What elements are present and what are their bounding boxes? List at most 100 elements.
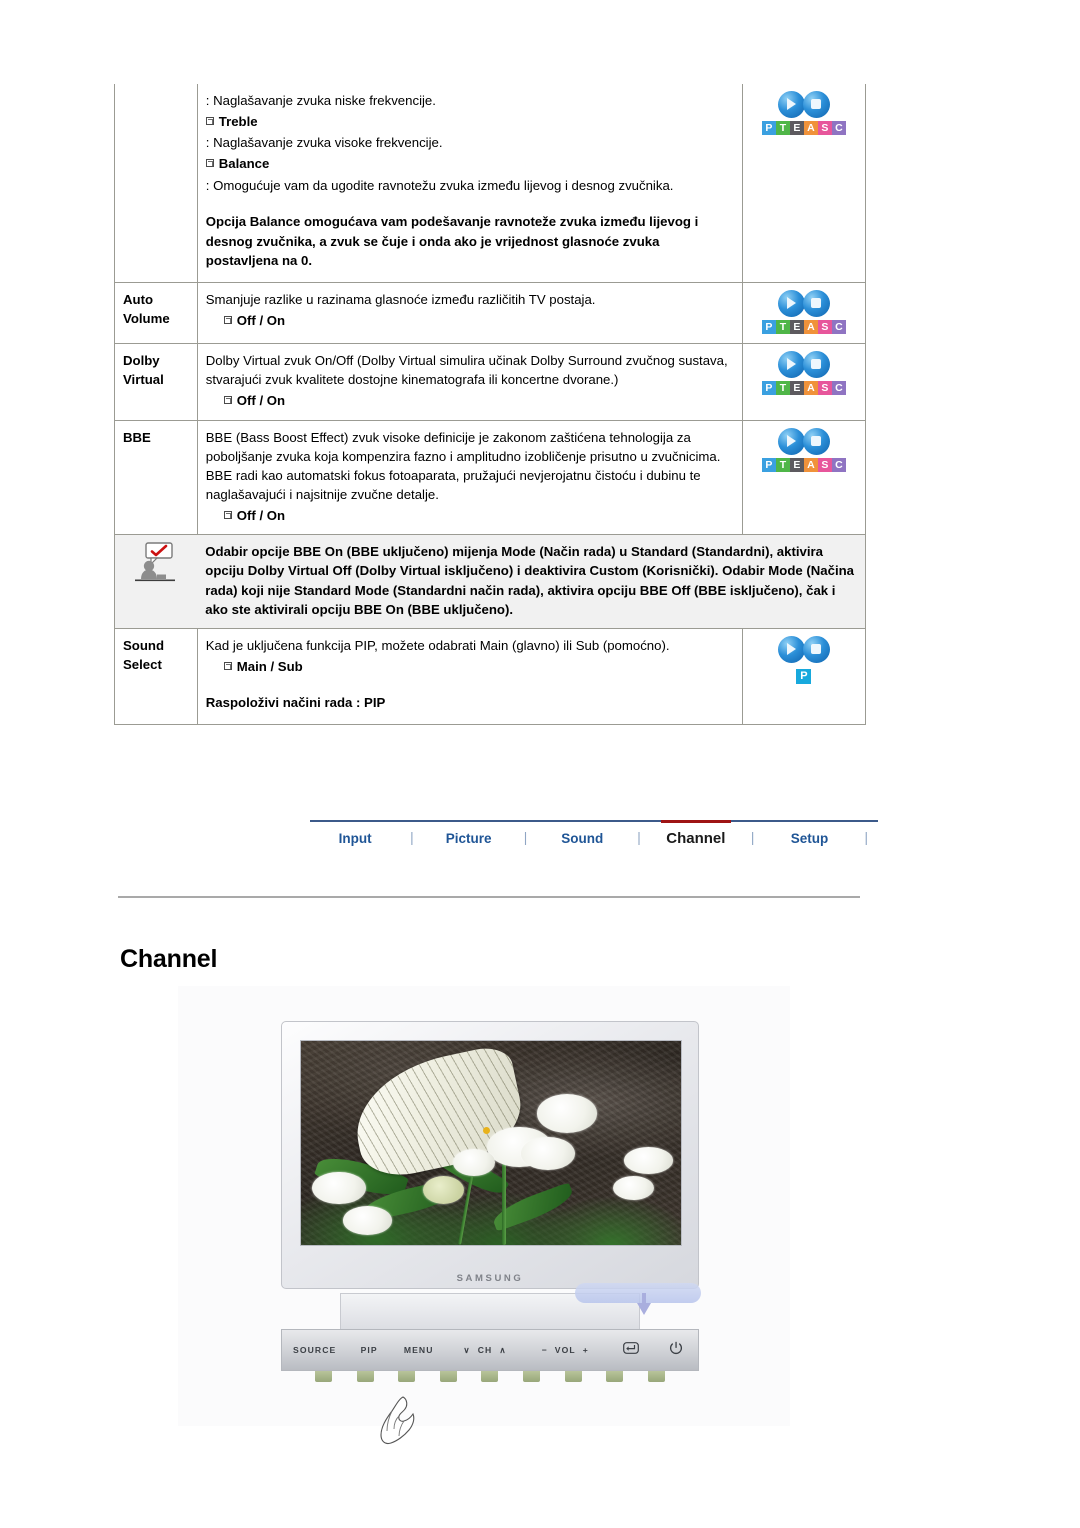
nav-tab-channel[interactable]: Channel [651, 820, 741, 847]
bullet-box-icon [223, 511, 232, 520]
mode-badge-c: C [831, 121, 846, 135]
control-power-button[interactable] [654, 1341, 698, 1360]
mode-badge-s: S [817, 121, 832, 135]
pteasc-icon: PTEASC [761, 91, 846, 135]
stand-foot [647, 1371, 665, 1382]
row-mode-icon-cell: PTEASC [741, 419, 867, 536]
row-mode-icon-cell: PTEASC [741, 84, 867, 284]
stand-foot [315, 1371, 333, 1382]
photo-flower [312, 1171, 366, 1205]
sound-settings-table-wrapper: : Naglašavanje zvuka niske frekvencije. … [114, 84, 867, 725]
callout-bubble [575, 1283, 701, 1303]
monitor-bezel: SAMSUNG [281, 1021, 699, 1289]
nav-separator: | [864, 830, 868, 845]
pteasc-icon: PTEASC [761, 290, 846, 335]
desc-line: Kad je uključena funkcija PIP, možete od… [205, 637, 670, 653]
row-label-cell [114, 84, 198, 284]
desc-line: BBE (Bass Boost Effect) zvuk visoke defi… [205, 429, 721, 502]
pteasc-icon: PTEASC [761, 351, 846, 396]
mode-badge-a: A [803, 381, 818, 396]
desc-subheading: Treble [205, 112, 734, 131]
mode-badge-p: P [761, 121, 776, 135]
mode-badge-e: E [789, 381, 804, 396]
control-channel-up-button[interactable]: ∧ [499, 1345, 506, 1356]
bullet-box-icon [205, 159, 214, 168]
photo-flower [342, 1206, 393, 1235]
mode-badge-t: T [775, 121, 790, 135]
play-orb-icon [777, 91, 805, 118]
photo-flower [521, 1136, 575, 1170]
mode-badge-a: A [803, 121, 818, 135]
mode-badge-t: T [775, 381, 790, 396]
media-orbs-icon [762, 351, 846, 379]
stand-foot [606, 1371, 624, 1382]
nav-separator: | [637, 830, 641, 845]
bullet-box-icon [223, 316, 232, 325]
desc-line: Smanjuje razlike u razinama glasnoće izm… [205, 292, 596, 308]
mode-badge-c: C [831, 381, 846, 396]
bullet-box-icon [223, 661, 232, 670]
table-row: Auto Volume Smanjuje razlike u razinama … [114, 282, 867, 345]
control-volume-down-button[interactable]: − [542, 1345, 548, 1355]
desc-subheading: Balance [205, 154, 734, 173]
row-label-line: Select [123, 656, 162, 672]
pip-icon: P [777, 635, 830, 684]
mode-badge-e: E [789, 121, 804, 135]
stop-orb-icon [802, 427, 830, 455]
monitor-illustration: SAMSUNG SOURCE PIP MENU ∨ CH ∧ − VOL + [281, 1021, 701, 1445]
desc-line: Dolby Virtual zvuk On/Off (Dolby Virtual… [205, 353, 728, 388]
media-orbs-icon [762, 91, 846, 118]
mode-badge-e: E [789, 320, 804, 335]
row-description-cell: Kad je uključena funkcija PIP, možete od… [196, 627, 743, 725]
mode-badge-letters: PTEASC [761, 381, 846, 396]
stand-foot [356, 1371, 374, 1382]
note-icon-cell [114, 534, 198, 629]
stop-orb-icon [802, 91, 830, 118]
nav-tab-input[interactable]: Input [310, 829, 400, 846]
nav-tab-setup[interactable]: Setup [764, 829, 854, 846]
nav-tab-picture[interactable]: Picture [424, 829, 514, 846]
row-label-line: BBE [123, 429, 151, 445]
bullet-box-icon [205, 117, 214, 126]
control-source-button[interactable]: SOURCE [282, 1345, 347, 1355]
available-modes-line: Raspoloživi načini rada : PIP [205, 695, 386, 711]
stand-foot [439, 1371, 457, 1382]
table-row: Sound Select Kad je uključena funkcija P… [114, 627, 867, 725]
mode-badge-c: C [831, 457, 846, 472]
control-channel-down-button[interactable]: ∨ [463, 1345, 470, 1356]
callout-arrow-down-icon [637, 1303, 651, 1315]
bullet-box-icon [223, 396, 232, 405]
row-mode-icon-cell: PTEASC [741, 343, 867, 421]
control-channel-label: CH [477, 1345, 493, 1355]
control-menu-button[interactable]: MENU [391, 1345, 446, 1355]
row-label-line: Dolby [123, 353, 160, 369]
nav-separator: | [750, 830, 755, 845]
mode-badge-s: S [817, 381, 832, 396]
row-description-cell: : Naglašavanje zvuka niske frekvencije. … [196, 84, 743, 284]
stand-foot [564, 1371, 582, 1382]
row-label-cell: Auto Volume [114, 282, 198, 345]
pteasc-icon: PTEASC [761, 427, 846, 472]
control-enter-button[interactable] [607, 1341, 655, 1359]
media-orbs-icon [762, 290, 846, 318]
row-option: Off / On [206, 506, 734, 525]
media-orbs-icon [762, 427, 846, 455]
play-orb-icon [777, 635, 805, 663]
nav-tab-sound[interactable]: Sound [537, 829, 627, 846]
mode-badge-letters: PTEASC [761, 457, 846, 472]
photo-flower [624, 1147, 674, 1174]
mode-badge-p: P [761, 381, 776, 396]
play-orb-icon [777, 351, 805, 379]
play-orb-icon [777, 427, 805, 455]
control-volume-up-button[interactable]: + [583, 1345, 589, 1355]
row-label-line: Auto [123, 292, 154, 308]
row-description-cell: BBE (Bass Boost Effect) zvuk visoke defi… [196, 419, 743, 536]
row-option: Main / Sub [206, 657, 734, 676]
row-label-line: Volume [123, 311, 170, 327]
row-description-cell: Dolby Virtual zvuk On/Off (Dolby Virtual… [196, 343, 743, 421]
row-label-cell: Sound Select [114, 627, 198, 725]
mode-badge-s: S [817, 320, 832, 335]
mode-badge-a: A [803, 457, 818, 472]
control-pip-button[interactable]: PIP [347, 1345, 391, 1355]
mode-badge-letters: PTEASC [761, 121, 846, 135]
